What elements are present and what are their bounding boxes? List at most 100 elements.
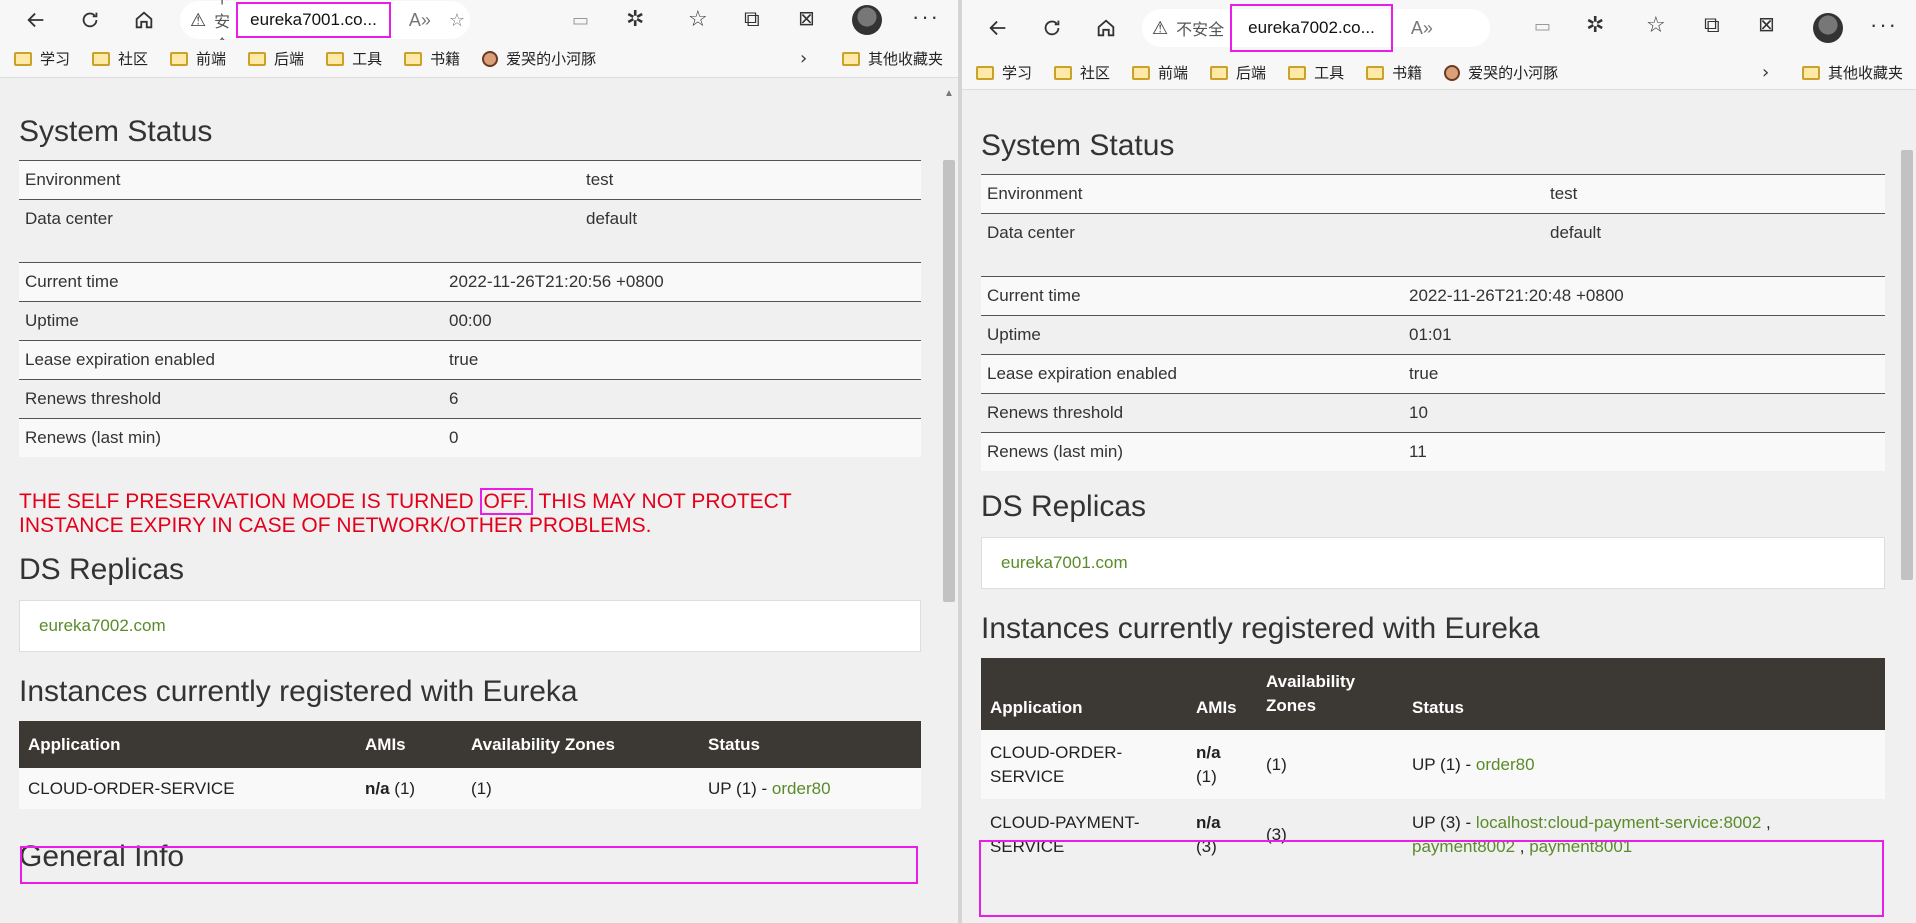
row-value: 2022-11-26T21:20:48 +0800 — [1403, 275, 1885, 315]
collections-icon[interactable]: ⧉ — [1704, 12, 1720, 38]
more-menu-icon[interactable]: ··· — [912, 4, 940, 30]
bookmark-folder[interactable]: 社区 — [92, 48, 148, 69]
bookmark-label: 社区 — [118, 50, 149, 68]
home-button[interactable] — [1088, 10, 1124, 46]
row-value: 10 — [1403, 392, 1885, 432]
replica-link[interactable]: eureka7002.com — [39, 616, 166, 636]
page-content: System Status Environment test Data cente… — [962, 90, 1916, 923]
bookmark-folder[interactable]: 书籍 — [1366, 62, 1422, 83]
refresh-button[interactable] — [1034, 10, 1070, 46]
self-preservation-warning: THE SELF PRESERVATION MODE IS TURNED OFF… — [19, 488, 899, 538]
bookmark-label: 其他收藏夹 — [1828, 64, 1904, 82]
column-header: Availability Zones — [1257, 658, 1403, 730]
chevron-right-icon[interactable]: › — [800, 48, 807, 69]
scrollbar[interactable]: ▲ — [940, 86, 958, 923]
system-status-title: System Status — [981, 129, 1175, 162]
extensions-icon[interactable]: ✲ — [1586, 12, 1604, 38]
favorites-icon[interactable]: ☆ — [1646, 12, 1666, 38]
bookmark-label: 工具 — [1314, 64, 1345, 82]
table-row: Renews threshold 6 — [19, 378, 921, 418]
bookmark-folder[interactable]: 学习 — [14, 48, 70, 69]
read-aloud-icon[interactable]: A» — [409, 10, 431, 31]
back-button[interactable] — [18, 2, 54, 38]
instance-link[interactable]: order80 — [1476, 755, 1535, 774]
chevron-right-icon[interactable]: › — [1762, 62, 1769, 83]
table-row: Current time 2022-11-26T21:20:48 +0800 — [981, 275, 1885, 315]
scroll-up-icon[interactable]: ▲ — [944, 88, 954, 99]
avatar[interactable] — [852, 5, 882, 35]
bookmark-link[interactable]: 爱哭的小河豚 — [1444, 62, 1558, 83]
zones-cell: (1) — [462, 768, 699, 809]
address-bar[interactable]: ⚠ 不安全 eureka7001.co... A» ☆ — [180, 0, 470, 55]
scrollbar-thumb[interactable] — [1901, 150, 1913, 580]
application-name: CLOUD-ORDER- SERVICE — [981, 730, 1187, 799]
bookmark-label: 学习 — [40, 50, 71, 68]
row-value: 00:00 — [443, 300, 921, 340]
collections-icon[interactable]: ⧉ — [744, 6, 760, 32]
bookmark-folder[interactable]: 前端 — [1132, 62, 1188, 83]
replica-link[interactable]: eureka7001.com — [1001, 553, 1128, 573]
bookmark-label: 书籍 — [430, 50, 461, 68]
amis-value: n/a — [365, 778, 390, 798]
bookmark-folder[interactable]: 工具 — [326, 48, 382, 69]
row-key: Environment — [19, 160, 580, 200]
table-row: Renews threshold 10 — [981, 392, 1885, 432]
other-bookmarks[interactable]: 其他收藏夹 — [1802, 62, 1903, 83]
extensions-icon[interactable]: ✲ — [626, 6, 644, 32]
folder-icon — [14, 51, 32, 66]
bookmark-link[interactable]: 爱哭的小河豚 — [482, 48, 596, 69]
math-solver-icon[interactable]: ⊠ — [1758, 12, 1775, 37]
other-bookmarks[interactable]: 其他收藏夹 — [842, 48, 943, 69]
row-value: 0 — [443, 417, 921, 457]
system-status-title: System Status — [19, 115, 213, 148]
more-menu-icon[interactable]: ··· — [1870, 12, 1898, 38]
status-cell: UP (1) - order80 — [699, 768, 921, 809]
screen-cast-icon[interactable]: ▭ — [1534, 16, 1551, 37]
math-solver-icon[interactable]: ⊠ — [798, 6, 815, 31]
bookmark-folder[interactable]: 工具 — [1288, 62, 1344, 83]
instance-link[interactable]: order80 — [772, 779, 831, 798]
warning-icon: ⚠ — [1152, 17, 1169, 38]
table-row: CLOUD-ORDER- SERVICE n/a (1) (1) UP (1) - … — [981, 730, 1885, 799]
back-button[interactable] — [980, 10, 1016, 46]
url-text[interactable]: eureka7002.co... — [1230, 4, 1393, 52]
status-table: Current time 2022-11-26T21:20:48 +0800 Up… — [981, 275, 1885, 471]
scrollbar-thumb[interactable] — [943, 160, 955, 602]
refresh-icon — [82, 12, 98, 28]
bookmark-label: 爱哭的小河豚 — [506, 50, 597, 68]
screen-cast-icon[interactable]: ▭ — [572, 10, 589, 31]
table-row: Environment test — [19, 160, 921, 200]
url-text[interactable]: eureka7001.co... — [236, 2, 391, 38]
bookmarks-bar: 学习 社区 前端 后端 工具 书籍 爱哭的小河豚 › 其他收藏夹 — [0, 40, 958, 78]
scrollbar[interactable] — [1898, 90, 1916, 923]
bookmark-folder[interactable]: 后端 — [1210, 62, 1266, 83]
folder-icon — [1802, 65, 1820, 80]
bookmark-label: 前端 — [1158, 64, 1189, 82]
zones-cell: (1) — [1257, 730, 1403, 799]
bookmark-folder[interactable]: 社区 — [1054, 62, 1110, 83]
table-row: CLOUD-ORDER-SERVICE n/a (1) (1) UP (1) -… — [19, 768, 921, 809]
status-table: Current time 2022-11-26T21:20:56 +0800 Up… — [19, 261, 921, 457]
home-icon — [135, 11, 153, 29]
address-bar[interactable]: ⚠ 不安全 eureka7002.co... A» — [1142, 4, 1490, 52]
add-favorite-icon[interactable]: ☆ — [449, 10, 465, 31]
table-row: Data center default — [19, 199, 921, 239]
bookmark-label: 工具 — [352, 50, 383, 68]
bookmark-folder[interactable]: 学习 — [976, 62, 1032, 83]
bookmark-folder[interactable]: 后端 — [248, 48, 304, 69]
favorites-icon[interactable]: ☆ — [688, 6, 708, 32]
row-value: default — [580, 199, 921, 239]
bookmark-folder[interactable]: 前端 — [170, 48, 226, 69]
row-value: 11 — [1403, 431, 1885, 471]
bookmark-folder[interactable]: 书籍 — [404, 48, 460, 69]
column-header: Application — [19, 721, 356, 768]
folder-icon — [842, 51, 860, 66]
home-button[interactable] — [126, 2, 162, 38]
row-key: Renews threshold — [19, 378, 443, 418]
row-key: Current time — [19, 261, 443, 301]
refresh-icon — [1044, 20, 1060, 36]
read-aloud-icon[interactable]: A» — [1411, 18, 1433, 39]
refresh-button[interactable] — [72, 2, 108, 38]
instance-link[interactable]: localhost:cloud-payment-service:8002 — [1476, 813, 1761, 832]
avatar[interactable] — [1813, 13, 1843, 43]
